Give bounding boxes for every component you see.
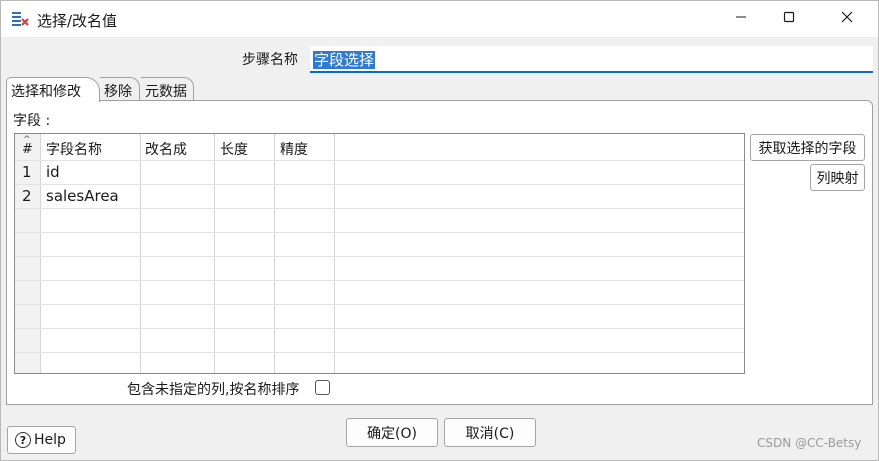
help-button[interactable]: ? Help bbox=[7, 426, 76, 454]
close-button[interactable] bbox=[824, 1, 870, 37]
column-header-length[interactable]: 长度 bbox=[220, 139, 248, 159]
column-mapping-button[interactable]: 列映射 bbox=[810, 164, 865, 191]
ok-button[interactable]: 确定(O) bbox=[346, 418, 438, 447]
maximize-icon bbox=[783, 11, 795, 27]
tab-metadata[interactable]: 元数据 bbox=[141, 77, 194, 101]
window-title: 选择/改名值 bbox=[37, 12, 118, 30]
include-unspecified-label: 包含未指定的列,按名称排序 bbox=[127, 382, 300, 398]
maximize-button[interactable] bbox=[766, 1, 812, 37]
fields-label: 字段 : bbox=[13, 113, 51, 129]
step-name-input[interactable]: 字段选择 bbox=[310, 46, 873, 73]
watermark: CSDN @CC-Betsy bbox=[757, 436, 862, 450]
tab-select-modify[interactable]: 选择和修改 bbox=[6, 77, 100, 102]
help-label: Help bbox=[34, 432, 66, 448]
column-header-field-name[interactable]: 字段名称 bbox=[46, 139, 102, 159]
tab-remove[interactable]: 移除 bbox=[100, 77, 140, 101]
column-header-precision[interactable]: 精度 bbox=[280, 139, 308, 159]
row-num: 2 bbox=[22, 187, 32, 205]
include-unspecified-checkbox[interactable] bbox=[315, 380, 330, 395]
column-header-rename[interactable]: 改名成 bbox=[145, 139, 187, 159]
select-rename-app-icon bbox=[11, 10, 29, 28]
row-num: 1 bbox=[22, 163, 32, 181]
minimize-icon bbox=[735, 11, 747, 27]
step-name-value: 字段选择 bbox=[313, 51, 376, 69]
get-selected-fields-button[interactable]: 获取选择的字段 bbox=[750, 134, 865, 161]
minimize-button[interactable] bbox=[718, 1, 764, 37]
cancel-button[interactable]: 取消(C) bbox=[444, 418, 536, 447]
table-cell-field-name[interactable]: id bbox=[46, 163, 60, 181]
step-name-label: 步骤名称 bbox=[242, 52, 298, 68]
fields-table[interactable]: ^ # 字段名称 改名成 长度 精度 1 id 2 salesArea bbox=[14, 133, 745, 374]
table-cell-field-name[interactable]: salesArea bbox=[46, 187, 119, 205]
title-bar: 选择/改名值 bbox=[1, 1, 878, 37]
help-icon: ? bbox=[15, 432, 31, 448]
close-icon bbox=[841, 11, 853, 27]
column-header-num: # bbox=[22, 142, 33, 157]
